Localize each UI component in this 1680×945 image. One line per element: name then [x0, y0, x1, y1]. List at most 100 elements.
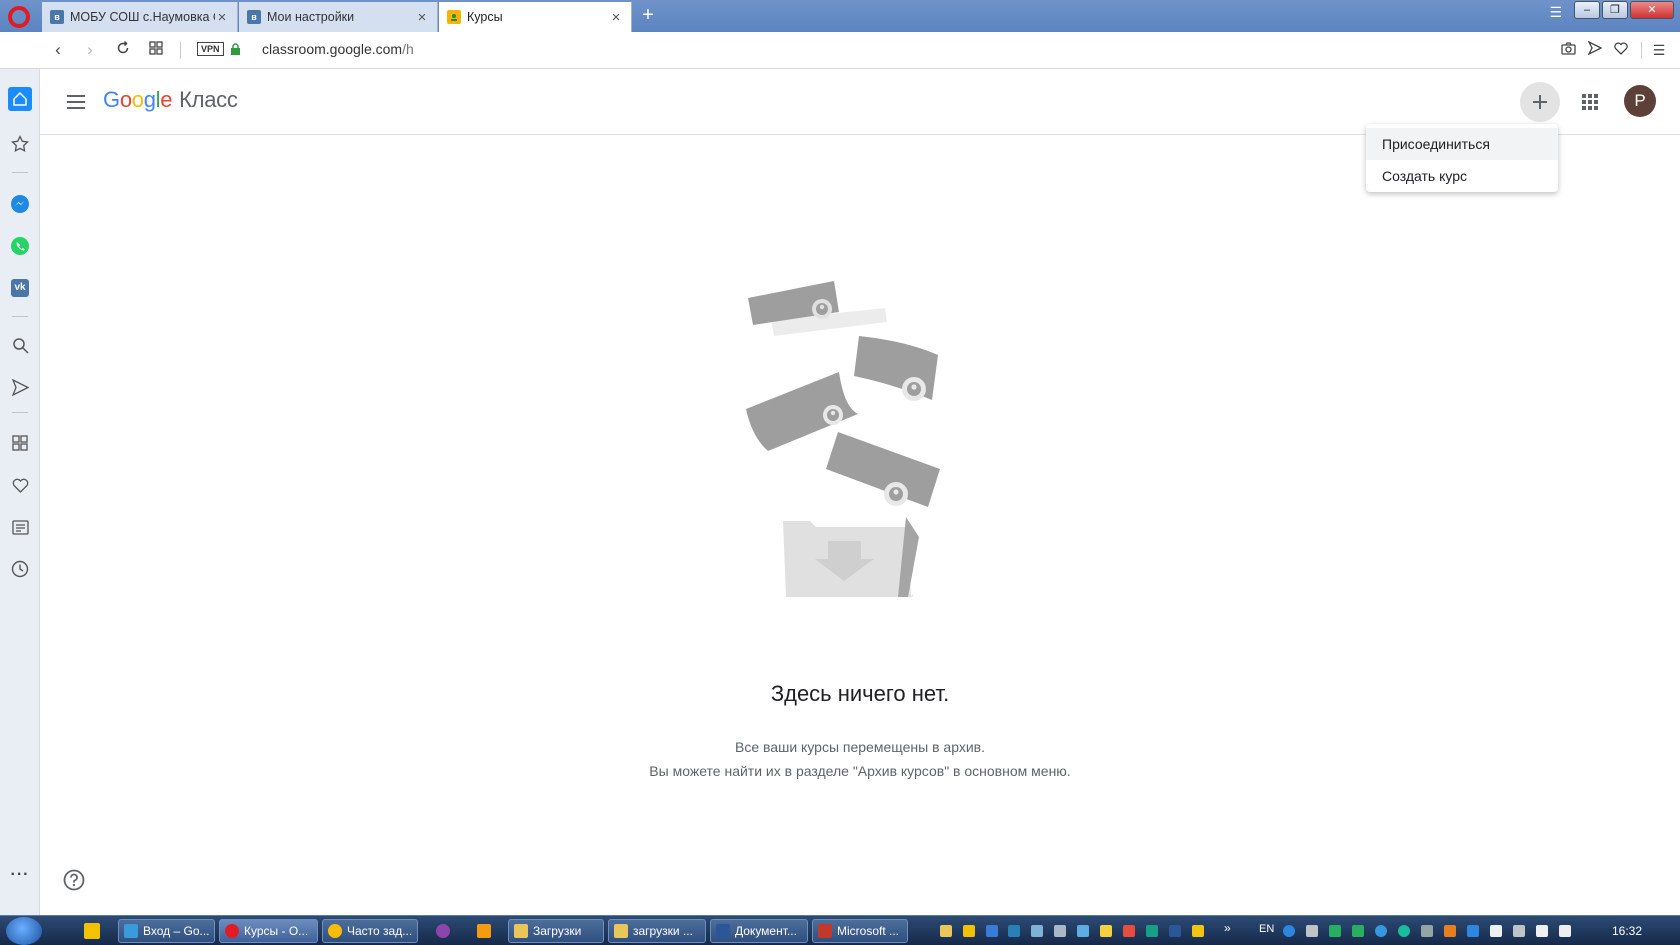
divider: [1641, 42, 1642, 59]
snapshot-icon[interactable]: [1558, 40, 1578, 60]
menu-item-join-class[interactable]: Присоединиться: [1366, 128, 1558, 160]
language-indicator[interactable]: EN: [1259, 923, 1274, 935]
minimize-icon[interactable]: –: [1574, 1, 1600, 19]
tor-icon[interactable]: [436, 924, 450, 938]
empty-archive-illustration: [746, 281, 940, 597]
url-domain: classroom.google.com: [262, 41, 403, 57]
vpn-badge[interactable]: VPN: [197, 42, 224, 56]
back-icon[interactable]: ‹: [47, 39, 69, 61]
tray-icon[interactable]: [963, 925, 975, 937]
history-clock-icon[interactable]: [8, 557, 32, 581]
home-icon[interactable]: [8, 87, 32, 111]
tray-icon[interactable]: [1031, 925, 1043, 937]
action-center-icon[interactable]: [1490, 925, 1502, 937]
whatsapp-icon[interactable]: [8, 234, 32, 258]
tray-icon[interactable]: [1008, 925, 1020, 937]
folder-icon: [514, 924, 528, 938]
heart-icon[interactable]: [1611, 40, 1631, 60]
volume-mixer-icon[interactable]: [1444, 925, 1456, 937]
logo-letter: o: [131, 87, 144, 112]
taskbar-item-downloads[interactable]: Загрузки: [508, 919, 604, 943]
help-tray-icon[interactable]: [1283, 925, 1295, 937]
maximize-icon[interactable]: ❐: [1602, 1, 1628, 19]
tray-icon[interactable]: [1306, 925, 1318, 937]
tray-folder-icon[interactable]: [940, 925, 952, 937]
empty-state-description: Все ваши курсы перемещены в архив. Вы мо…: [40, 735, 1680, 783]
speed-dial-icon[interactable]: [145, 39, 167, 61]
google-apps-icon[interactable]: [1578, 90, 1602, 114]
taskbar-label: Курсы - О...: [244, 924, 309, 938]
menu-item-create-class[interactable]: Создать курс: [1366, 160, 1558, 192]
window-close-icon[interactable]: ✕: [1630, 1, 1674, 19]
taskbar-label: Часто зад...: [347, 924, 413, 938]
taskbar-item-chrome[interactable]: Часто зад...: [322, 919, 418, 943]
network-icon[interactable]: [1536, 925, 1548, 937]
send-icon[interactable]: [1585, 40, 1605, 60]
tray-icon[interactable]: [1352, 925, 1364, 937]
main-menu-icon[interactable]: [64, 90, 88, 114]
flow-send-icon[interactable]: [8, 375, 32, 399]
vk-icon[interactable]: vk: [8, 276, 32, 300]
tray-icon[interactable]: [1123, 925, 1135, 937]
help-icon[interactable]: [63, 869, 85, 891]
forward-icon[interactable]: ›: [79, 39, 101, 61]
opera-logo-icon[interactable]: [8, 6, 30, 28]
power-icon[interactable]: [1513, 925, 1525, 937]
taskbar-item-word[interactable]: Документ...: [710, 919, 808, 943]
tray-icon[interactable]: [1329, 925, 1341, 937]
tray-icon[interactable]: [1054, 925, 1066, 937]
new-tab-button[interactable]: +: [638, 5, 658, 26]
quicklaunch-icon[interactable]: [84, 923, 100, 939]
media-icon[interactable]: [477, 924, 491, 938]
search-icon[interactable]: [8, 333, 32, 357]
word-icon: [716, 924, 730, 938]
tray-icon[interactable]: [1375, 925, 1387, 937]
account-avatar[interactable]: P: [1624, 85, 1656, 117]
tray-icon[interactable]: [986, 925, 998, 937]
taskbar-label: Microsoft ...: [837, 924, 900, 938]
create-or-join-button[interactable]: [1520, 82, 1560, 122]
taskbar-item-microsoft[interactable]: Microsoft ...: [812, 919, 908, 943]
tray-icon[interactable]: [1077, 925, 1089, 937]
tray-icon[interactable]: [1192, 925, 1204, 937]
tray-icon[interactable]: [1146, 925, 1158, 937]
tray-icon[interactable]: [1100, 925, 1112, 937]
opera-sidebar: vk ···: [0, 69, 40, 915]
taskbar-item-ie[interactable]: Вход – Go...: [118, 919, 215, 943]
url-path: /h: [402, 41, 414, 57]
logo-letter: e: [160, 87, 173, 112]
start-button[interactable]: [6, 917, 42, 945]
speed-dial-icon[interactable]: [8, 431, 32, 455]
tab-title: Курсы: [467, 10, 503, 24]
lock-icon[interactable]: [230, 43, 241, 55]
reload-icon[interactable]: [112, 39, 134, 61]
url-field[interactable]: classroom.google.com/h: [262, 41, 414, 57]
news-icon[interactable]: [8, 515, 32, 539]
tray-icon[interactable]: [1398, 925, 1410, 937]
tray-expand-icon[interactable]: »: [1224, 921, 1231, 935]
google-classroom-logo[interactable]: Google Класс: [103, 87, 238, 113]
volume-icon[interactable]: [1559, 925, 1571, 937]
browser-tab-bar: в МОБУ СОШ с.Наумовка С × в Мои настройк…: [0, 0, 1680, 32]
messenger-icon[interactable]: [8, 192, 32, 216]
clock[interactable]: 16:32: [1612, 924, 1642, 938]
tab-settings[interactable]: в Мои настройки ×: [239, 2, 438, 32]
tab-mobu[interactable]: в МОБУ СОШ с.Наумовка С ×: [42, 2, 238, 32]
bluetooth-icon[interactable]: [1467, 925, 1479, 937]
tray-icon[interactable]: [1169, 925, 1181, 937]
tab-menu-icon[interactable]: ☰: [1549, 4, 1562, 21]
close-icon[interactable]: ×: [609, 9, 623, 26]
taskbar-label: Загрузки: [533, 924, 582, 938]
taskbar-item-opera[interactable]: Курсы - О...: [219, 919, 318, 943]
heart-icon[interactable]: [8, 473, 32, 497]
tray-icon[interactable]: [1421, 925, 1433, 937]
bookmarks-star-icon[interactable]: [8, 132, 32, 156]
taskbar-item-downloads-2[interactable]: загрузки ...: [608, 919, 706, 943]
logo-letter: o: [119, 87, 132, 112]
more-icon[interactable]: ···: [8, 863, 32, 887]
close-icon[interactable]: ×: [215, 9, 229, 26]
easy-setup-icon[interactable]: ☰: [1649, 40, 1669, 60]
logo-letter: g: [143, 87, 156, 112]
close-icon[interactable]: ×: [415, 9, 429, 26]
tab-courses[interactable]: Курсы ×: [439, 2, 632, 32]
